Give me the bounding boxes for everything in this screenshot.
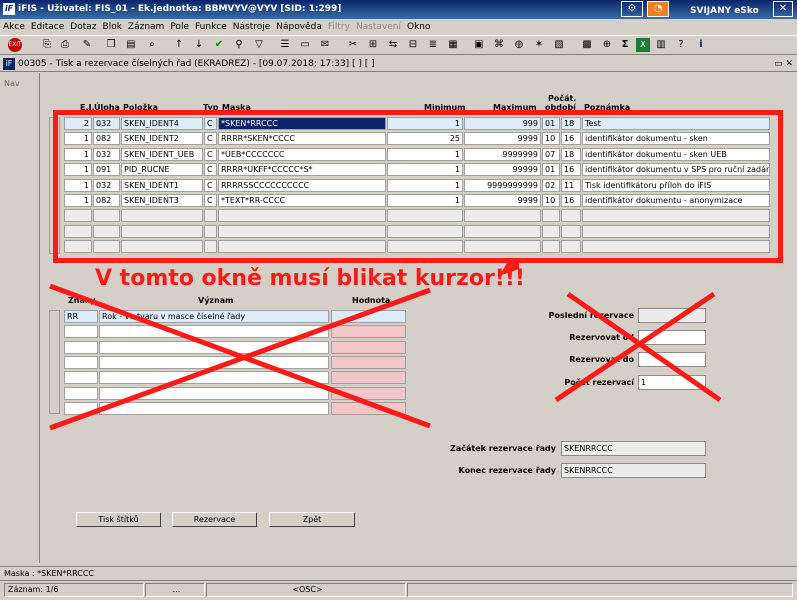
save-icon[interactable]: ⎘ <box>40 38 54 52</box>
form-icon[interactable]: ☰ <box>278 38 292 52</box>
menu-item-4[interactable]: Záznam <box>128 22 164 32</box>
calendar-icon[interactable]: ▣ <box>472 38 486 52</box>
toolbar: EXIT ⎘ ⎙ ✎ ❐ ▤ ⌕ ↑ ↓ ✔ ⚲ ▽ ☰ ▭ ✉ ✂ ⊞ ⇆ ⊟… <box>0 35 797 55</box>
rezervace-button[interactable]: Rezervace <box>172 512 257 527</box>
close-icon[interactable]: ✕ <box>773 1 793 17</box>
delete-icon[interactable]: ⊟ <box>406 38 420 52</box>
query-icon[interactable]: ⚲ <box>232 38 246 52</box>
nav-label[interactable]: Nav <box>4 79 20 88</box>
annotation-box <box>53 110 783 263</box>
tool-icon[interactable]: ✎ <box>80 38 94 52</box>
status-segment: ... <box>145 583 205 597</box>
form-icon: iF <box>3 58 15 70</box>
excel-icon[interactable]: X <box>636 38 650 52</box>
menu-item-10[interactable]: Nastavení <box>356 22 401 32</box>
form-title: 00305 - Tisk a rezervace číselných řad (… <box>18 59 375 69</box>
hierarchy-icon[interactable]: ⊕ <box>600 38 614 52</box>
zacatek-rezervace-field: SKENRRCCC <box>561 441 706 456</box>
menu-item-3[interactable]: Blok <box>103 22 122 32</box>
menu-item-2[interactable]: Dotaz <box>70 22 96 32</box>
sort-asc-icon[interactable]: ↑ <box>172 38 186 52</box>
zpet-button[interactable]: Zpět <box>269 512 355 527</box>
copy-icon[interactable]: ❐ <box>104 38 118 52</box>
paste-icon[interactable]: ▤ <box>124 38 138 52</box>
window-title-bar: iF iFIS - Uživatel: FIS_01 - Ek.jednotka… <box>0 0 797 19</box>
menu-item-1[interactable]: Editace <box>31 22 64 32</box>
network-icon[interactable]: ⌘ <box>492 38 506 52</box>
ifis-app-icon: iF <box>3 3 15 15</box>
status-bar: Záznam: 1/6 ... <OSC> <box>0 580 797 600</box>
menu-item-9[interactable]: Filtry <box>328 22 350 32</box>
mail-icon[interactable]: ✉ <box>318 38 332 52</box>
insert-icon[interactable]: ⊞ <box>366 38 380 52</box>
menu-item-6[interactable]: Funkce <box>195 22 227 32</box>
konec-rezervace-field: SKENRRCCC <box>561 463 706 478</box>
tisk-stitku-button[interactable]: Tisk štítků <box>76 512 161 527</box>
annotation-cross-right <box>554 291 722 403</box>
gear-icon[interactable]: ⚙ <box>621 1 643 17</box>
header-pocat: Počát. <box>548 94 577 103</box>
menu-item-0[interactable]: Akce <box>3 22 25 32</box>
globe-icon[interactable]: ◍ <box>512 38 526 52</box>
filter-icon[interactable]: ▽ <box>252 38 266 52</box>
star-icon[interactable]: ✶ <box>532 38 546 52</box>
form-title-bar: iF 00305 - Tisk a rezervace číselných řa… <box>0 56 797 72</box>
navigation-strip: Nav <box>0 73 40 563</box>
rss-icon[interactable]: ◔ <box>647 1 669 17</box>
restore-close-icon[interactable]: ▭ ✕ <box>774 56 793 72</box>
exit-icon[interactable]: EXIT <box>8 38 22 52</box>
list-icon[interactable]: ≣ <box>426 38 440 52</box>
print-icon[interactable]: ⎙ <box>58 38 72 52</box>
menu-item-5[interactable]: Pole <box>170 22 189 32</box>
cut-icon[interactable]: ✂ <box>346 38 360 52</box>
status-empty <box>407 583 793 597</box>
report-icon[interactable]: ▩ <box>580 38 594 52</box>
info-icon[interactable]: i <box>694 38 708 52</box>
menu-item-11[interactable]: Okno <box>407 22 431 32</box>
status-record: Záznam: 1/6 <box>4 583 144 597</box>
check-icon[interactable]: ✔ <box>212 38 226 52</box>
document-icon[interactable]: ▧ <box>552 38 566 52</box>
chart-icon[interactable]: ▥ <box>654 38 668 52</box>
lookup-icon[interactable]: ⌕ <box>145 38 159 52</box>
status-mask: Maska : *SKEN*RRCCC <box>0 566 797 579</box>
sort-desc-icon[interactable]: ↓ <box>192 38 206 52</box>
zacatek-rezervace-label: Začátek rezervace řady <box>450 444 556 453</box>
record-icon[interactable]: ▭ <box>298 38 312 52</box>
annotation-cross-left <box>49 283 431 431</box>
grid-icon[interactable]: ▦ <box>446 38 460 52</box>
nav-icon[interactable]: ⇆ <box>386 38 400 52</box>
window-title: iFIS - Uživatel: FIS_01 - Ek.jednotka: B… <box>18 4 342 14</box>
status-osc: <OSC> <box>206 583 406 597</box>
menu-bar: Akce Editace Dotaz Blok Záznam Pole Funkce Nást… <box>0 19 797 35</box>
menu-item-8[interactable]: Nápověda <box>276 22 322 32</box>
sum-icon[interactable]: Σ <box>618 38 632 52</box>
menu-item-7[interactable]: Nástroje <box>233 22 271 32</box>
help-icon[interactable]: ? <box>674 38 688 52</box>
konec-rezervace-label: Konec rezervace řady <box>458 466 556 475</box>
